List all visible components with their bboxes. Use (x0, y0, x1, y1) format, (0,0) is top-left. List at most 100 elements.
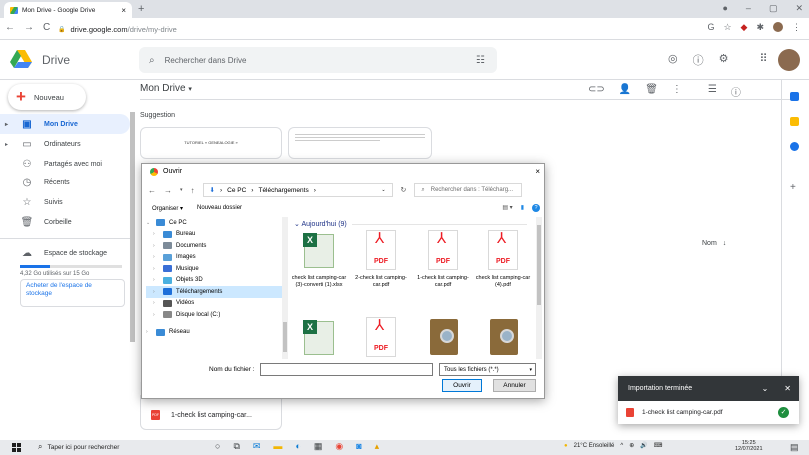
more-icon[interactable]: ⋮ (672, 84, 682, 99)
mail-icon[interactable]: ✉ (253, 441, 261, 452)
share-person-icon[interactable]: 👤 (619, 84, 631, 99)
buy-storage-button[interactable]: Acheter de l'espace de stockage (20, 279, 125, 307)
cortana-icon[interactable]: ○ (215, 441, 220, 452)
taskbar-clock[interactable]: 15:25 12/07/2021 (735, 440, 763, 452)
collapse-icon[interactable]: ⌄ (762, 384, 769, 393)
tree-expand-icon[interactable]: › (153, 289, 159, 295)
bookmark-star-icon[interactable]: ☆ (723, 22, 731, 33)
organize-button[interactable]: Organiser ▾ (152, 205, 183, 212)
tasks-icon[interactable] (790, 142, 799, 151)
tree-expand-icon[interactable]: › (153, 266, 159, 272)
tree-expand-icon[interactable]: › (153, 231, 159, 237)
file-item[interactable] (474, 317, 532, 359)
new-tab-button[interactable]: + (138, 3, 144, 15)
close-icon[interactable]: ✕ (784, 384, 791, 393)
profile-dot-icon[interactable]: ● (722, 3, 727, 14)
sidebar-item-storage[interactable]: ☁ Espace de stockage (0, 243, 130, 263)
filetype-select[interactable]: Tous les fichiers (*.*) ▾ (439, 363, 536, 376)
tree-expand-icon[interactable]: › (153, 312, 159, 318)
tree-node[interactable]: › Bureau (146, 229, 282, 241)
open-button[interactable]: Ouvrir (442, 379, 482, 392)
tree-node[interactable]: › Images (146, 252, 282, 264)
tree-node[interactable]: › Disque local (C:) (146, 309, 282, 321)
edge-icon[interactable]: ◐ (295, 441, 300, 452)
weather-icon[interactable]: ● (564, 443, 568, 449)
view-options-icon[interactable]: ▤ ▾ (502, 204, 512, 212)
file-item[interactable]: ⅄ PDF check list camping-car (4).pdf (474, 230, 532, 288)
weather-text[interactable]: 21°C Ensoleillé (574, 443, 615, 449)
breadcrumb-item[interactable]: Téléchargements (258, 187, 308, 194)
tray-chevron-icon[interactable]: ^ (620, 443, 623, 449)
taskbar-search[interactable]: ⌕ Taper ici pour rechercher (38, 442, 119, 452)
reload-icon[interactable]: C (43, 22, 50, 33)
back-icon[interactable]: ← (5, 22, 15, 33)
add-addon-icon[interactable]: + (790, 182, 801, 193)
sidebar-item-recent[interactable]: ◷ Récents (0, 172, 130, 192)
tree-expand-icon[interactable]: › (153, 254, 159, 260)
tree-scrollbar[interactable] (282, 217, 288, 359)
chrome-icon[interactable]: ◉ (335, 441, 343, 452)
puzzle-icon[interactable]: ✱ (756, 22, 764, 33)
sidebar-item-computers[interactable]: ▸ ▭ Ordinateurs (0, 134, 130, 154)
keep-icon[interactable] (790, 117, 799, 126)
file-item[interactable]: ⅄ PDF (352, 317, 410, 359)
account-avatar[interactable] (778, 49, 800, 71)
tree-node[interactable]: › Musique (146, 263, 282, 275)
toast-file-row[interactable]: 1-check list camping-car.pdf ✓ (618, 401, 799, 424)
sidebar-scrollbar[interactable] (130, 112, 135, 342)
tree-expand-icon[interactable]: ⌄ (146, 220, 152, 226)
volume-icon[interactable]: 🔊 (640, 442, 647, 449)
file-item[interactable]: ⅄ PDF 2-check list camping-car.pdf (352, 230, 410, 288)
sidebar-item-my-drive[interactable]: ▸ ▣ Mon Drive (0, 114, 130, 134)
settings-gear-icon[interactable]: ⚙ (719, 52, 729, 68)
minimize-icon[interactable]: – (746, 3, 751, 14)
forward-icon[interactable]: → (24, 22, 34, 33)
omnibox[interactable]: 🔒 drive.google.com /drive/my-drive (58, 22, 738, 37)
app-icon[interactable]: ◙ (356, 441, 361, 452)
tree-node[interactable]: › Documents (146, 240, 282, 252)
tree-node[interactable]: › Réseau (146, 327, 282, 339)
windows-start-icon[interactable] (12, 443, 21, 452)
breadcrumb-dropdown-icon[interactable]: ⌄ (381, 187, 385, 193)
drive-app-name[interactable]: Drive (42, 53, 70, 67)
delete-icon[interactable]: 🗑 (645, 84, 658, 99)
up-icon[interactable]: ↑ (191, 186, 195, 195)
suggested-file-card[interactable]: TUTORIEL « GENEALOGIE » (140, 127, 282, 159)
tree-node[interactable]: › Téléchargements (146, 286, 282, 298)
scroll-thumb[interactable] (283, 322, 287, 352)
task-view-icon[interactable]: ⧉ (233, 441, 239, 452)
help-icon[interactable]: ? (532, 204, 540, 212)
expand-caret-icon[interactable]: ▸ (5, 141, 8, 148)
keyboard-icon[interactable]: ⌨ (654, 442, 663, 449)
extension-icon[interactable]: ◆ (741, 22, 748, 33)
list-view-icon[interactable]: ☰ (708, 84, 717, 99)
drive-logo-icon[interactable] (10, 50, 32, 68)
notifications-icon[interactable]: ▤ (790, 442, 799, 453)
preview-pane-icon[interactable]: ▮ (521, 204, 524, 212)
tree-node[interactable]: › Objets 3D (146, 275, 282, 287)
filename-input[interactable] (260, 363, 433, 376)
forward-icon[interactable]: → (164, 186, 172, 195)
info-icon[interactable]: ⓘ (731, 84, 741, 99)
browser-tab[interactable]: Mon Drive - Google Drive × (4, 2, 132, 18)
maximize-icon[interactable]: ▢ (769, 3, 778, 14)
tree-expand-icon[interactable]: › (146, 329, 152, 335)
calendar-icon[interactable] (790, 92, 799, 101)
breadcrumb[interactable]: ⬇ › Ce PC › Téléchargements › ⌄ (202, 183, 393, 197)
close-window-icon[interactable]: ✕ (795, 3, 803, 14)
drive-search-bar[interactable]: ⌕ Rechercher dans Drive ☷ (139, 47, 497, 73)
name-column-header[interactable]: Nom ↓ (702, 240, 726, 247)
search-options-icon[interactable]: ☷ (476, 55, 485, 66)
store-icon[interactable]: ▦ (314, 441, 323, 452)
file-item[interactable]: Xcheck list camping-car (3)-converti (1)… (290, 230, 348, 288)
file-explorer-icon[interactable]: ▬ (273, 441, 282, 452)
tree-expand-icon[interactable]: › (153, 243, 159, 249)
refresh-icon[interactable]: ↻ (401, 186, 407, 194)
new-button[interactable]: + Nouveau (8, 84, 86, 110)
page-title[interactable]: Mon Drive ▾ (140, 83, 192, 94)
suggested-file-card[interactable] (288, 127, 432, 159)
tree-expand-icon[interactable]: › (153, 277, 159, 283)
tree-node[interactable]: ⌄ Ce PC (146, 217, 282, 229)
dialog-search-input[interactable]: ⌕ Rechercher dans : Télécharg... (414, 183, 523, 197)
profile-avatar-icon[interactable] (773, 22, 783, 32)
